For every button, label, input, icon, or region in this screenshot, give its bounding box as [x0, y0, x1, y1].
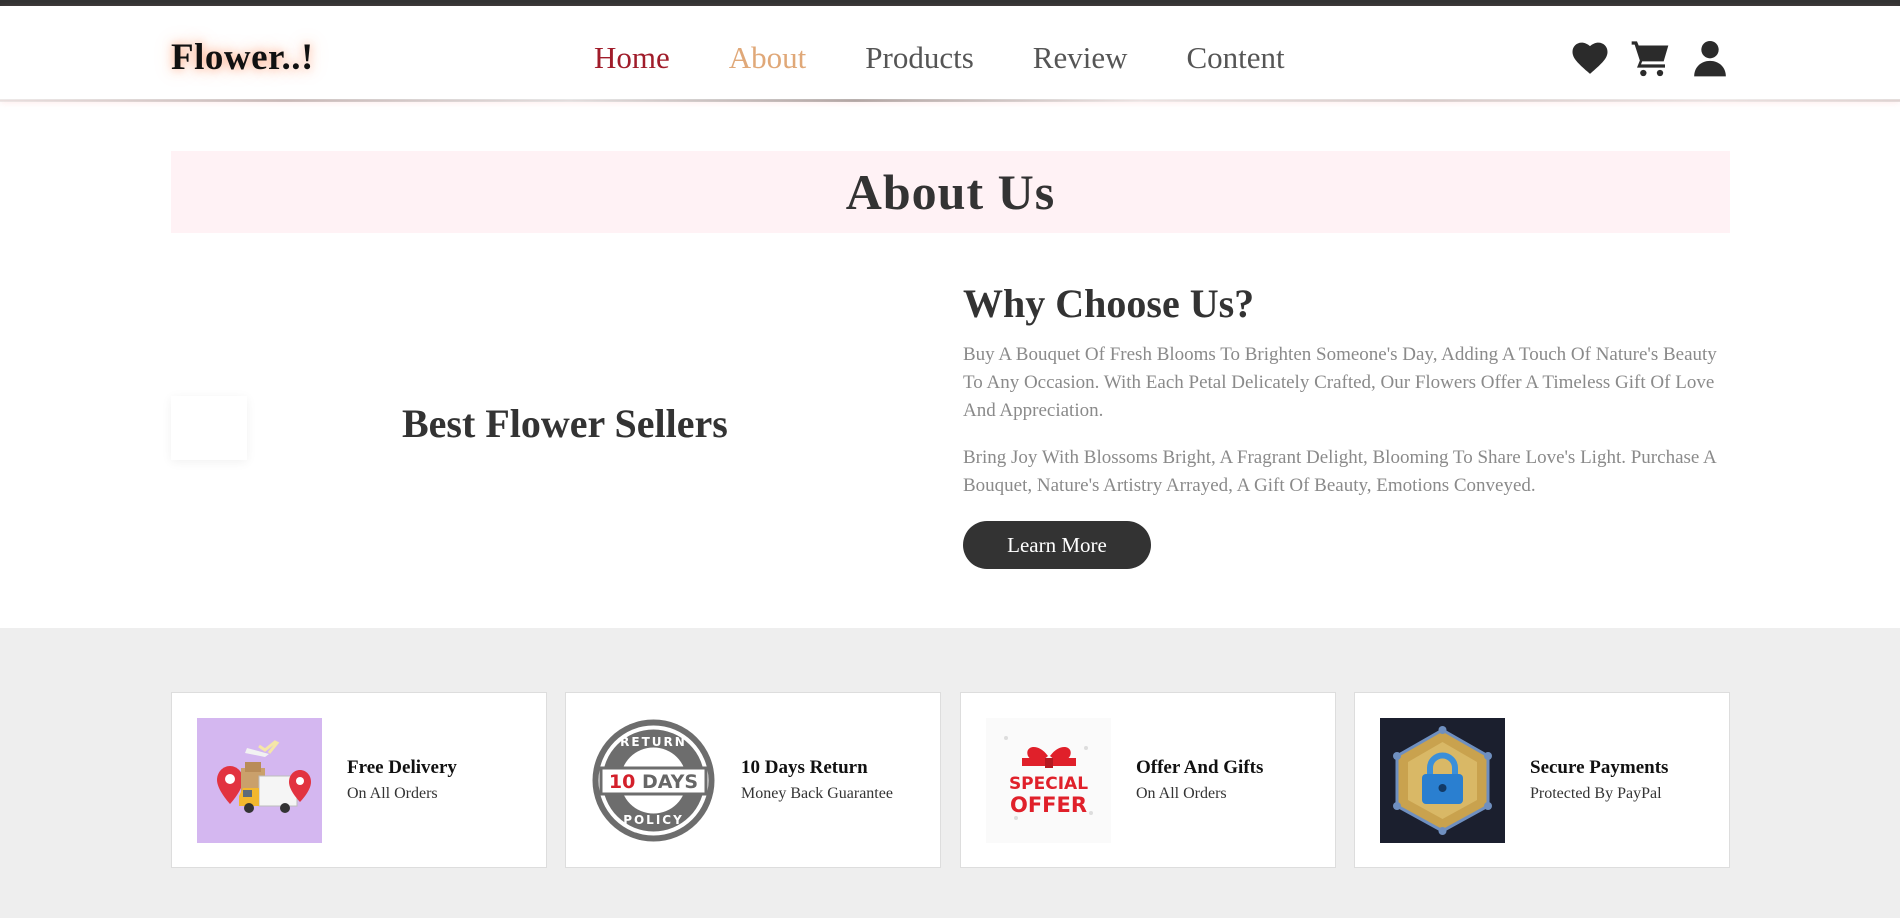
offer-line-2: OFFER — [1010, 793, 1087, 817]
why-choose-section: Why Choose Us? Buy A Bouquet Of Fresh Bl… — [963, 280, 1725, 569]
special-offer-gift-image: SPECIAL OFFER — [986, 717, 1111, 843]
site-header: Flower..! Home About Products Review Con… — [0, 6, 1900, 102]
feature-title: Offer And Gifts — [1136, 757, 1264, 778]
secure-lock-image — [1380, 717, 1505, 843]
offer-line-1: SPECIAL — [1009, 774, 1088, 794]
feature-subtitle: On All Orders — [347, 785, 438, 802]
main-nav: Home About Products Review Content — [594, 40, 1344, 76]
nav-link-content[interactable]: Content — [1186, 40, 1284, 76]
user-icon[interactable] — [1690, 38, 1730, 78]
feature-card-offer[interactable]: SPECIAL OFFER Offer And Gifts On All Ord… — [960, 692, 1336, 868]
feature-card-return[interactable]: 10 DAYS RETURN POLICY 10 Days Return Mon… — [565, 692, 941, 868]
badge-days-text: 10 DAYS — [609, 771, 698, 793]
features-section: Free Delivery On All Orders 10 DAYS RETU… — [0, 628, 1900, 918]
feature-card-secure[interactable]: Secure Payments Protected By PayPal — [1354, 692, 1730, 868]
feature-card-delivery[interactable]: Free Delivery On All Orders — [171, 692, 547, 868]
why-choose-title: Why Choose Us? — [963, 281, 1255, 326]
nav-link-about[interactable]: About — [729, 40, 807, 76]
feature-subtitle: On All Orders — [1136, 785, 1227, 802]
nav-link-review[interactable]: Review — [1033, 40, 1128, 76]
delivery-truck-image — [197, 717, 322, 843]
header-bottom-strip — [0, 99, 1900, 102]
return-policy-badge-image: 10 DAYS RETURN POLICY — [591, 718, 716, 843]
site-logo[interactable]: Flower..! — [171, 36, 314, 79]
feature-title: Free Delivery — [347, 757, 457, 778]
cart-icon[interactable] — [1630, 38, 1670, 78]
about-banner: About Us — [171, 151, 1730, 233]
feature-title: Secure Payments — [1530, 757, 1669, 778]
heart-icon[interactable] — [1570, 38, 1610, 78]
badge-bottom-text: POLICY — [623, 813, 684, 827]
badge-top-text: RETURN — [620, 735, 687, 749]
about-paragraph-2: Bring Joy With Blossoms Bright, A Fragra… — [963, 447, 1716, 496]
header-icons — [1570, 38, 1730, 78]
nav-link-home[interactable]: Home — [594, 40, 670, 76]
media-frame — [171, 396, 247, 460]
about-media: Best Flower Sellers — [171, 390, 891, 460]
feature-subtitle: Money Back Guarantee — [741, 785, 893, 802]
feature-subtitle: Protected By PayPal — [1530, 785, 1662, 802]
nav-link-products[interactable]: Products — [865, 40, 974, 76]
about-paragraph-1: Buy A Bouquet Of Fresh Blooms To Brighte… — [963, 344, 1717, 421]
page-title: About Us — [845, 164, 1056, 220]
learn-more-button[interactable]: Learn More — [963, 521, 1151, 569]
best-sellers-title: Best Flower Sellers — [402, 401, 728, 446]
feature-title: 10 Days Return — [741, 757, 868, 778]
